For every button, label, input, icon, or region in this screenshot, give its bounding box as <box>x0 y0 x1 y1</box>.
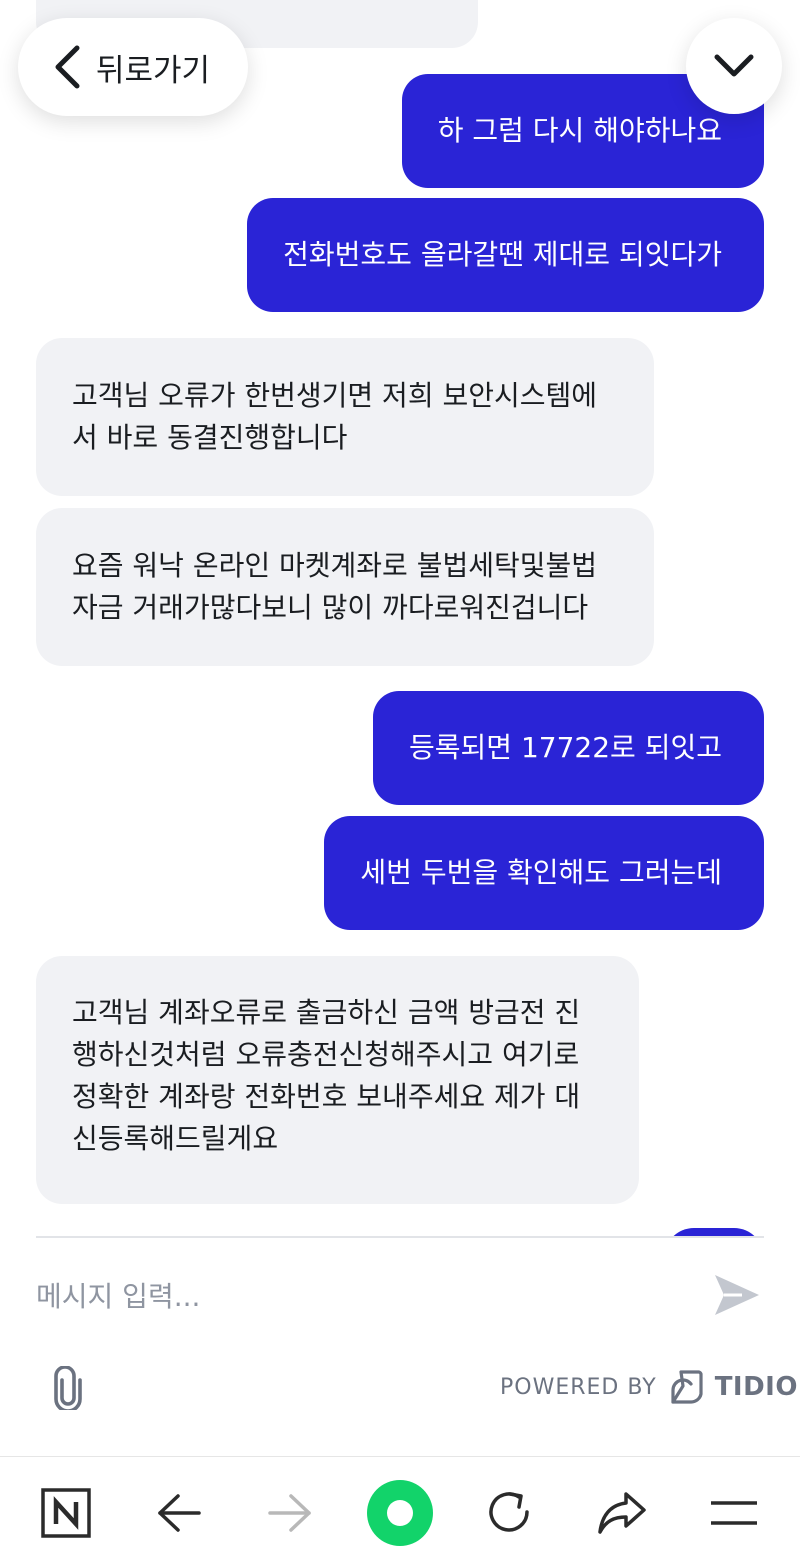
message-line: 요즘 워낙 온라인 마켓계좌로 불법세탁및불법 <box>72 549 598 582</box>
powered-by-tidio[interactable]: POWERED BY TIDIO <box>500 1366 798 1408</box>
tidio-brand: TIDIO <box>714 1372 798 1402</box>
message-line: 고객님 오류가 한번생기면 저희 보안시스템에 <box>72 379 598 412</box>
refresh-icon <box>489 1492 529 1532</box>
naver-n-icon <box>41 1488 91 1538</box>
tidio-logo-icon <box>671 1370 703 1404</box>
visitor-message-partial <box>664 1228 764 1236</box>
back-label: 뒤로가기 <box>96 52 211 89</box>
message-input[interactable] <box>36 1266 676 1326</box>
browser-toolbar <box>0 1456 800 1567</box>
attach-file-button[interactable] <box>50 1365 86 1413</box>
operator-message: 고객님 계좌오류로 출금하신 금액 방금전 진 행하신것처럼 오류충전신청해주시… <box>36 956 639 1204</box>
visitor-message: 전화번호도 올라갈땐 제대로 되잇다가 <box>247 198 764 312</box>
send-icon <box>715 1275 759 1315</box>
chat-conversation[interactable]: 하 그럼 다시 해야하나요 전화번호도 올라갈땐 제대로 되잇다가 고객님 오류… <box>0 0 800 1236</box>
home-orb-button[interactable] <box>367 1480 433 1546</box>
arrow-right-icon <box>268 1494 311 1532</box>
operator-message: 고객님 오류가 한번생기면 저희 보안시스템에 서 바로 동결진행합니다 <box>36 338 654 496</box>
visitor-message: 세번 두번을 확인해도 그러는데 <box>324 816 764 930</box>
naver-home-button[interactable] <box>32 1479 100 1547</box>
message-text: 하 그럼 다시 해야하나요 <box>437 114 722 147</box>
forward-nav-button[interactable] <box>256 1479 324 1547</box>
message-text: 전화번호도 올라갈땐 제대로 되잇다가 <box>283 238 722 271</box>
back-button[interactable]: 뒤로가기 <box>18 18 248 116</box>
chevron-down-icon <box>714 54 754 77</box>
menu-icon <box>711 1501 757 1525</box>
share-button[interactable] <box>588 1479 656 1547</box>
message-text: 등록되면 17722로 되잇고 <box>409 731 722 764</box>
visitor-message: 등록되면 17722로 되잇고 <box>373 691 764 805</box>
send-button[interactable] <box>712 1272 762 1318</box>
powered-by-label: POWERED BY <box>500 1374 657 1400</box>
message-line: 신등록해드릴게요 <box>72 1122 279 1155</box>
composer-divider <box>36 1236 764 1238</box>
message-line: 고객님 계좌오류로 출금하신 금액 방금전 진 <box>72 996 581 1029</box>
back-nav-button[interactable] <box>145 1479 213 1547</box>
chevron-left-icon <box>55 45 80 89</box>
message-line: 행하신것처럼 오류충전신청해주시고 여기로 <box>72 1038 580 1071</box>
paperclip-icon <box>54 1365 82 1413</box>
operator-message: 요즘 워낙 온라인 마켓계좌로 불법세탁및불법 자금 거래가많다보니 많이 까다… <box>36 508 654 666</box>
arrow-left-icon <box>158 1494 201 1532</box>
menu-button[interactable] <box>700 1479 768 1547</box>
message-text: 세번 두번을 확인해도 그러는데 <box>360 856 722 889</box>
collapse-chat-button[interactable] <box>686 18 782 114</box>
refresh-button[interactable] <box>476 1479 544 1547</box>
message-line: 자금 거래가많다보니 많이 까다로워진겁니다 <box>72 591 589 624</box>
home-orb-icon <box>387 1500 413 1526</box>
share-icon <box>598 1492 646 1534</box>
message-line: 서 바로 동결진행합니다 <box>72 421 348 454</box>
message-line: 정확한 계좌랑 전화번호 보내주세요 제가 대 <box>72 1080 581 1113</box>
